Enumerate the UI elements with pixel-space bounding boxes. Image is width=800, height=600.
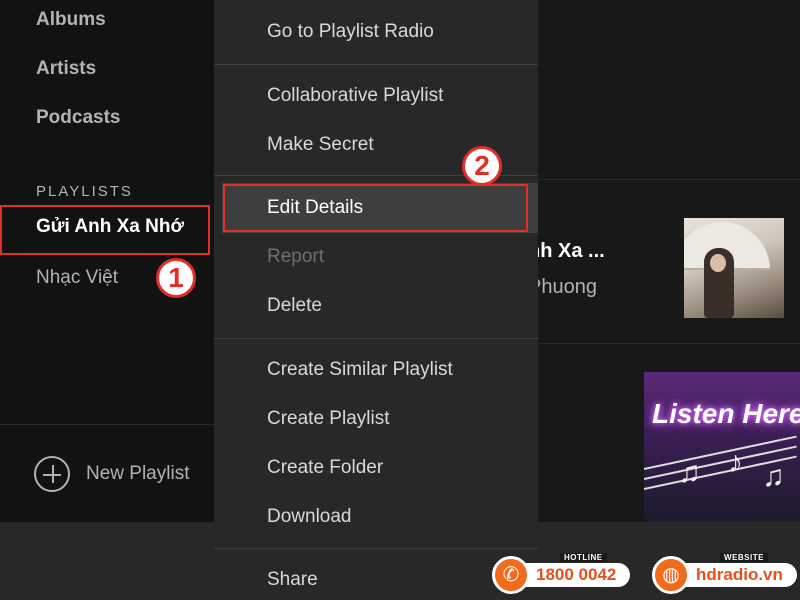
website-label: WEBSITE — [720, 553, 768, 562]
album-cover-image[interactable] — [684, 218, 784, 318]
playlists-header: PLAYLISTS — [36, 183, 133, 200]
playlist-item-gui-anh-xa-nho[interactable]: Gửi Anh Xa Nhớ — [36, 216, 184, 238]
music-note-icon: ♫ — [678, 456, 701, 489]
sidebar-item-albums[interactable]: Albums — [36, 9, 106, 31]
globe-icon: ◍ — [652, 556, 690, 594]
menu-item-delete[interactable]: Delete — [267, 295, 322, 317]
menu-item-share[interactable]: Share — [267, 569, 318, 591]
row-divider — [538, 179, 800, 180]
website-url: hdradio.vn — [696, 565, 783, 584]
hotline-badge: ✆ HOTLINE 1800 0042 — [492, 552, 631, 598]
menu-separator — [214, 548, 538, 549]
track-artist[interactable]: Phuong — [528, 276, 597, 299]
menu-item-create-similar-playlist[interactable]: Create Similar Playlist — [267, 359, 453, 381]
phone-icon: ✆ — [492, 556, 530, 594]
playlist-cover-listen-here[interactable]: Listen Here ♫ ♪ ♫ — [644, 372, 800, 522]
music-note-icon: ♪ — [728, 446, 743, 479]
row-divider — [538, 343, 800, 344]
cover-title: Listen Here — [652, 398, 800, 429]
track-title[interactable]: nh Xa ... — [528, 240, 605, 263]
plus-circle-icon — [34, 456, 70, 492]
menu-item-download[interactable]: Download — [267, 506, 352, 528]
website-badge: ◍ WEBSITE hdradio.vn — [652, 552, 797, 598]
menu-separator — [214, 338, 538, 339]
menu-item-create-folder[interactable]: Create Folder — [267, 457, 383, 479]
sidebar-divider — [0, 424, 214, 425]
context-menu: Go to Playlist Radio Collaborative Playl… — [214, 0, 538, 600]
menu-separator — [214, 64, 538, 65]
new-playlist-button[interactable]: New Playlist — [34, 456, 189, 492]
hotline-number: 1800 0042 — [536, 565, 617, 584]
menu-item-report[interactable]: Report — [267, 246, 324, 268]
sidebar-item-podcasts[interactable]: Podcasts — [36, 107, 120, 129]
menu-item-create-playlist[interactable]: Create Playlist — [267, 408, 390, 430]
music-note-icon: ♫ — [762, 460, 785, 493]
menu-item-go-to-playlist-radio[interactable]: Go to Playlist Radio — [267, 21, 434, 43]
new-playlist-label: New Playlist — [86, 463, 190, 484]
sidebar-item-artists[interactable]: Artists — [36, 58, 96, 80]
step-1-badge: 1 — [156, 258, 196, 298]
spotify-window: Albums Artists Podcasts PLAYLISTS Gửi An… — [0, 0, 800, 600]
step-2-badge: 2 — [462, 146, 502, 186]
hotline-label: HOTLINE — [560, 553, 607, 562]
menu-item-make-secret[interactable]: Make Secret — [267, 134, 374, 156]
menu-item-collaborative-playlist[interactable]: Collaborative Playlist — [267, 85, 443, 107]
playlist-item-nhac-viet[interactable]: Nhạc Việt — [36, 267, 118, 289]
menu-item-edit-details[interactable]: Edit Details — [267, 197, 363, 219]
